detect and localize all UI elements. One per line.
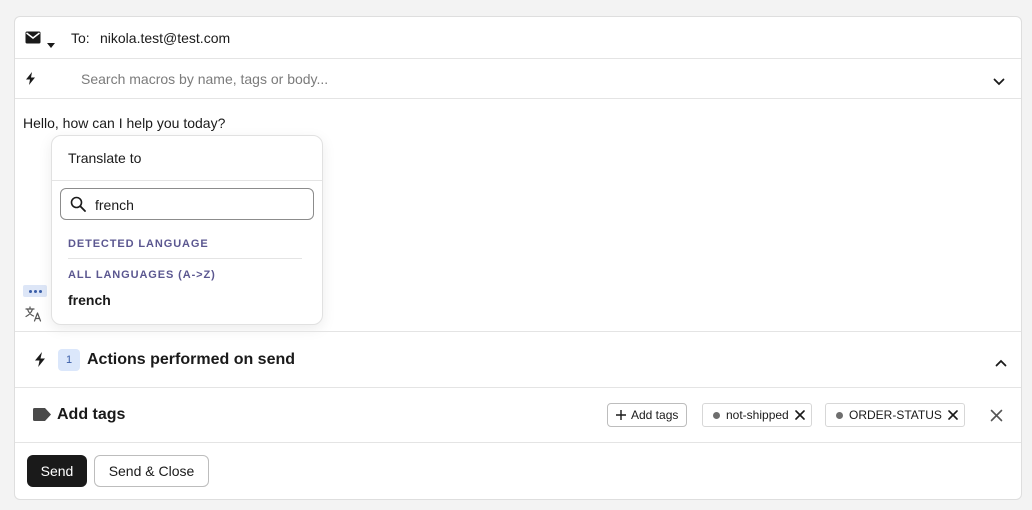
add-tags-button[interactable]: Add tags — [607, 403, 688, 427]
tags-title: Add tags — [57, 406, 126, 423]
search-icon — [70, 196, 86, 217]
tag-chip: ORDER-STATUS — [825, 403, 965, 427]
macro-search-input[interactable] — [81, 69, 881, 89]
language-search-field[interactable] — [60, 188, 314, 220]
message-body[interactable]: Hello, how can I help you today? — [23, 115, 225, 131]
tag-chip-label: not-shipped — [726, 408, 789, 422]
tag-dot-icon — [836, 411, 843, 419]
lightning-bolt-icon — [35, 352, 45, 372]
message-composer: To: nikola.test@test.com Hello, how can … — [14, 16, 1022, 500]
tag-dot-icon — [713, 411, 720, 419]
plus-icon — [616, 410, 626, 420]
language-option-french[interactable]: french — [68, 292, 111, 308]
add-tags-label: Add tags — [631, 408, 679, 422]
recipient-email[interactable]: nikola.test@test.com — [100, 30, 230, 46]
more-options-button[interactable] — [23, 285, 47, 297]
tag-icon — [33, 408, 51, 426]
recipient-row: To: nikola.test@test.com — [15, 17, 1021, 59]
dot-icon — [28, 289, 32, 293]
dot-icon — [33, 289, 37, 293]
translate-icon[interactable] — [25, 306, 43, 327]
divider — [52, 180, 322, 181]
remove-tag-icon[interactable] — [948, 410, 958, 420]
actions-on-send-row[interactable]: 1 Actions performed on send — [15, 331, 1021, 388]
dot-icon — [38, 289, 42, 293]
send-button[interactable]: Send — [27, 455, 87, 487]
tags-row: Add tags Add tags not-shipped ORDER-STAT… — [15, 388, 1021, 443]
all-languages-label: ALL LANGUAGES (A->Z) — [68, 269, 216, 281]
divider — [68, 258, 302, 259]
popover-title: Translate to — [68, 150, 142, 166]
lightning-bolt-icon — [26, 72, 35, 90]
remove-tag-icon[interactable] — [794, 410, 805, 420]
actions-count-badge: 1 — [58, 349, 80, 371]
actions-title: Actions performed on send — [87, 351, 296, 368]
to-label: To: — [71, 30, 90, 46]
close-icon[interactable] — [990, 409, 1003, 427]
translate-popover: Translate to DETECTED LANGUAGE ALL LANGU… — [51, 135, 323, 325]
macro-search-row — [15, 59, 1021, 99]
detected-language-label: DETECTED LANGUAGE — [68, 238, 209, 250]
tag-chip: not-shipped — [702, 403, 812, 427]
chevron-up-icon[interactable] — [995, 354, 1007, 372]
send-and-close-button[interactable]: Send & Close — [94, 455, 209, 487]
tag-chip-label: ORDER-STATUS — [849, 408, 942, 422]
envelope-icon[interactable] — [25, 31, 41, 49]
language-search-input[interactable] — [95, 195, 295, 215]
chevron-down-icon[interactable] — [993, 73, 1005, 91]
caret-down-icon[interactable] — [47, 35, 55, 53]
footer-row: Send Send & Close — [15, 443, 1021, 499]
